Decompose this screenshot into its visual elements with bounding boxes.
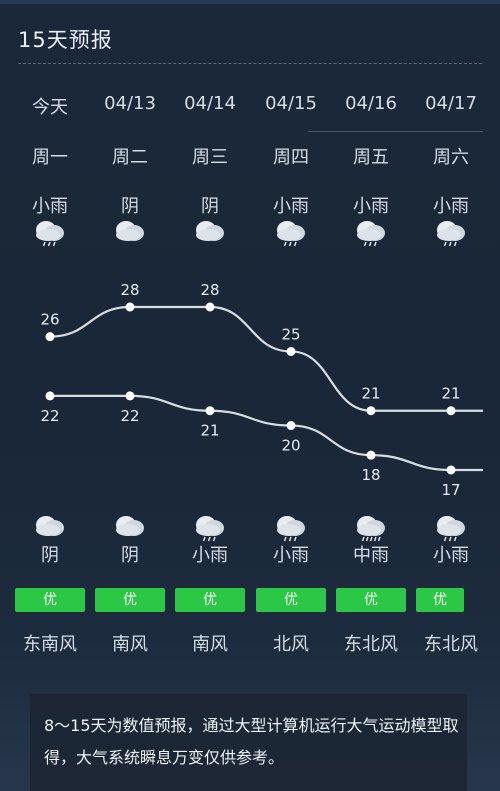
notice-text: 8～15天为数值预报，通过大型计算机运行大气运动模型取得，大气系统瞬息万变仅供参… [44, 716, 459, 767]
low-temp-label: 18 [361, 466, 380, 484]
high-temp-label: 28 [200, 281, 219, 299]
low-temp-line [50, 394, 483, 472]
low-temp-point [205, 406, 215, 416]
low-temp-point [286, 421, 296, 431]
high-temp-point [205, 302, 215, 312]
temperature-chart: 26 28 28 25 21 21 22 22 21 20 18 17 [40, 281, 483, 499]
low-temp-point [446, 465, 456, 475]
high-temp-label: 25 [281, 325, 300, 343]
high-temp-label: 21 [441, 385, 460, 403]
low-temp-label: 22 [120, 407, 139, 425]
low-temp-point [125, 391, 135, 401]
low-temp-label: 22 [40, 407, 59, 425]
high-temp-label: 21 [361, 385, 380, 403]
high-temp-point [366, 406, 376, 416]
high-temp-point [286, 346, 296, 356]
high-temp-label: 28 [120, 281, 139, 299]
high-temp-point [45, 332, 55, 342]
low-temp-label: 21 [200, 422, 219, 440]
low-temp-label: 20 [281, 437, 300, 455]
low-temp-point [45, 391, 55, 401]
high-temp-point [125, 302, 135, 312]
high-temp-label: 26 [40, 311, 59, 329]
low-temp-label: 17 [441, 481, 460, 499]
forecast-notice: 8～15天为数值预报，通过大型计算机运行大气运动模型取得，大气系统瞬息万变仅供参… [30, 694, 467, 791]
high-temp-point [446, 406, 456, 416]
low-temp-point [366, 450, 376, 460]
